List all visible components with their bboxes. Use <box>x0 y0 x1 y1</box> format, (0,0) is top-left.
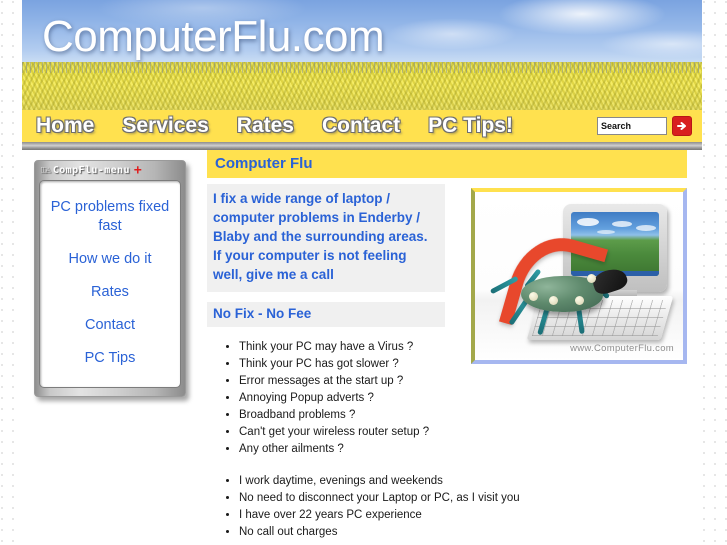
nav-item-list: Home Services Rates Contact PC Tips! <box>22 110 527 142</box>
list-item: I work daytime, evenings and weekends <box>239 473 687 490</box>
menu-glyph-icon: ◫◬ <box>41 165 51 175</box>
image-watermark: www.ComputerFlu.com <box>570 343 674 354</box>
nav-item-pc-tips[interactable]: PC Tips! <box>414 110 527 142</box>
sidebar-item-pc-tips[interactable]: PC Tips <box>44 342 176 375</box>
sidebar-title-label: CompFlu-menu <box>52 165 130 176</box>
benefits-list: I work daytime, evenings and weekends No… <box>207 473 687 541</box>
list-item: Annoying Popup adverts ? <box>239 390 687 407</box>
bug-joint <box>529 292 538 301</box>
list-item: Broadband problems ? <box>239 407 687 424</box>
nav-divider <box>22 142 702 150</box>
bug-joint <box>575 296 584 305</box>
virus-illustration: www.ComputerFlu.com <box>471 188 687 364</box>
arrow-right-icon <box>676 120 688 132</box>
intro-text: I fix a wide range of laptop / computer … <box>213 191 428 282</box>
intro-block: I fix a wide range of laptop / computer … <box>207 184 445 292</box>
sidebar-menu: ◫◬ CompFlu-menu + PC problems fixed fast… <box>34 160 186 397</box>
search-area <box>597 116 692 136</box>
main-panel: Computer Flu I fix a wide range of lapto… <box>207 150 697 541</box>
sidebar-item-rates[interactable]: Rates <box>44 276 176 309</box>
nav-item-services[interactable]: Services <box>108 110 222 142</box>
sidebar-expand-plus-icon[interactable]: + <box>134 163 142 178</box>
right-margin-texture <box>702 0 727 545</box>
list-item: No call out charges <box>239 524 687 541</box>
sidebar-item-pc-problems-fixed-fast[interactable]: PC problems fixed fast <box>44 191 176 243</box>
virus-artwork: www.ComputerFlu.com <box>475 192 683 360</box>
site-title: ComputerFlu.com <box>42 12 385 61</box>
sidebar-links: PC problems fixed fast How we do it Rate… <box>39 180 181 388</box>
page-title: Computer Flu <box>207 150 687 178</box>
left-margin-texture <box>0 0 22 545</box>
main-navigation: Home Services Rates Contact PC Tips! <box>22 110 702 142</box>
yellow-field-decoration <box>22 62 702 110</box>
bug-joint <box>549 296 558 305</box>
no-fix-no-fee-block: No Fix - No Fee <box>207 302 445 327</box>
site-banner: ComputerFlu.com <box>22 0 702 110</box>
nav-item-contact[interactable]: Contact <box>308 110 414 142</box>
sidebar-item-how-we-do-it[interactable]: How we do it <box>44 243 176 276</box>
nav-item-rates[interactable]: Rates <box>223 110 308 142</box>
no-fix-no-fee-text: No Fix - No Fee <box>213 306 312 321</box>
list-item: I have over 22 years PC experience <box>239 507 687 524</box>
panel-body: I fix a wide range of laptop / computer … <box>207 184 687 541</box>
page-container: ComputerFlu.com Home Services Rates Cont… <box>22 0 702 545</box>
content-area: ◫◬ CompFlu-menu + PC problems fixed fast… <box>22 150 702 545</box>
sidebar-title-bar: ◫◬ CompFlu-menu + <box>39 163 181 178</box>
list-item: Can't get your wireless router setup ? <box>239 424 687 441</box>
list-item: No need to disconnect your Laptop or PC,… <box>239 490 687 507</box>
search-submit-button[interactable] <box>672 116 692 136</box>
search-input[interactable] <box>597 117 667 135</box>
bug-joint <box>587 274 596 283</box>
nav-item-home[interactable]: Home <box>22 110 108 142</box>
list-item: Any other ailments ? <box>239 441 687 458</box>
sidebar-item-contact[interactable]: Contact <box>44 309 176 342</box>
list-item: Error messages at the start up ? <box>239 373 687 390</box>
